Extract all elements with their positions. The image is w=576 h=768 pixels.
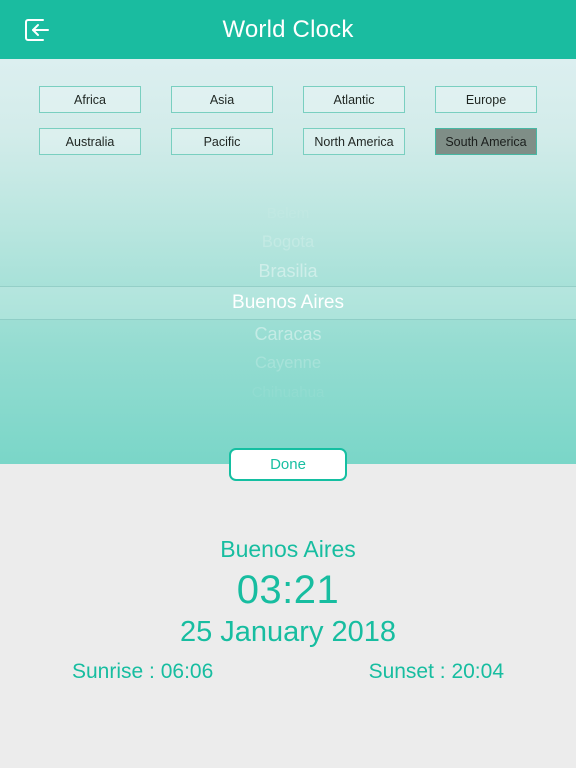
city-picker-wheel[interactable]: Belem Bogota Brasilia Buenos Aires Carac… bbox=[0, 199, 576, 439]
back-icon[interactable] bbox=[19, 15, 55, 45]
picker-item[interactable]: Caracas bbox=[0, 320, 576, 349]
picker-item[interactable]: Bogota bbox=[0, 228, 576, 257]
app-header: World Clock bbox=[0, 0, 576, 59]
info-current-time: 03:21 bbox=[236, 568, 340, 612]
region-button-pacific[interactable]: Pacific bbox=[171, 128, 273, 155]
page-title: World Clock bbox=[222, 15, 354, 43]
picker-item[interactable]: Cayenne bbox=[0, 349, 576, 378]
region-button-north-america[interactable]: North America bbox=[303, 128, 405, 155]
world-clock-app: World Clock Africa Asia Atlantic Europe … bbox=[0, 0, 576, 768]
info-current-date: 25 January 2018 bbox=[179, 616, 397, 648]
region-button-asia[interactable]: Asia bbox=[171, 86, 273, 113]
region-button-grid: Africa Asia Atlantic Europe Australia Pa… bbox=[0, 86, 576, 155]
picker-item[interactable]: Chihuahua bbox=[0, 378, 576, 407]
region-button-row-1: Africa Asia Atlantic Europe bbox=[0, 86, 576, 113]
region-button-africa[interactable]: Africa bbox=[39, 86, 141, 113]
clock-info-panel: Buenos Aires 03:21 25 January 2018 Sunri… bbox=[0, 464, 576, 768]
picker-item-selected[interactable]: Buenos Aires bbox=[0, 286, 576, 320]
region-button-row-2: Australia Pacific North America South Am… bbox=[0, 128, 576, 155]
info-sunrise: Sunrise : 06:06 bbox=[72, 660, 214, 683]
picker-item[interactable]: Belem bbox=[0, 199, 576, 228]
region-button-south-america[interactable]: South America bbox=[435, 128, 537, 155]
picker-item[interactable]: Brasilia bbox=[0, 257, 576, 286]
region-button-australia[interactable]: Australia bbox=[39, 128, 141, 155]
region-button-atlantic[interactable]: Atlantic bbox=[303, 86, 405, 113]
picker-region: Africa Asia Atlantic Europe Australia Pa… bbox=[0, 59, 576, 464]
info-sun-times: Sunrise : 06:06 Sunset : 20:04 bbox=[0, 660, 576, 684]
info-city-name: Buenos Aires bbox=[220, 536, 356, 562]
info-sunset: Sunset : 20:04 bbox=[368, 660, 504, 683]
done-button[interactable]: Done bbox=[229, 448, 347, 481]
region-button-europe[interactable]: Europe bbox=[435, 86, 537, 113]
